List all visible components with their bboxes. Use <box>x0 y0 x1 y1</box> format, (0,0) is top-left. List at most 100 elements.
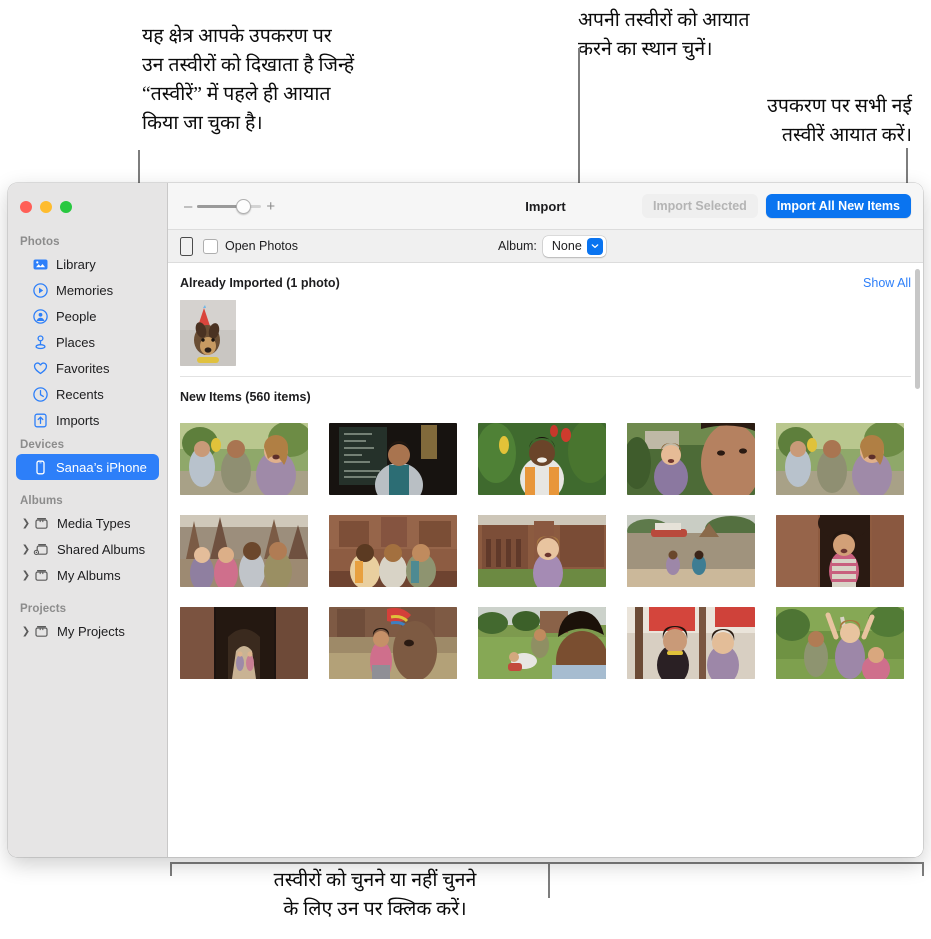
sidebar-scroll[interactable]: Photos Library Memories People Places Fa… <box>8 230 167 857</box>
zoom-slider[interactable]: – + <box>184 199 275 214</box>
sidebar-header-albums: Albums <box>20 495 63 507</box>
album-selector: Album: None <box>498 235 606 257</box>
show-all-link[interactable]: Show All <box>863 276 911 290</box>
sidebar-item-favorites[interactable]: Favorites <box>16 355 159 381</box>
new-items-grid <box>180 412 911 679</box>
photo-thumbnail[interactable] <box>627 607 755 679</box>
callout-album-text: अपनी तस्वीरों को आयात करने का स्थान चुने… <box>578 10 750 60</box>
zoom-out-icon[interactable]: – <box>184 199 192 214</box>
album-label: Album: <box>498 239 537 253</box>
photo-thumbnail[interactable] <box>180 607 308 679</box>
photo-thumbnail[interactable] <box>627 515 755 587</box>
album-icon <box>33 515 50 532</box>
photo-thumbnail[interactable] <box>180 423 308 495</box>
sidebar-item-my-projects[interactable]: ❯ My Projects <box>16 618 159 644</box>
sidebar-item-label: Imports <box>56 412 100 428</box>
close-button[interactable] <box>20 201 32 213</box>
clock-icon <box>32 386 49 403</box>
sidebar-item-label: Shared Albums <box>57 541 146 557</box>
toolbar-actions: Import Selected Import All New Items <box>642 194 911 218</box>
sidebar-item-label: Places <box>56 334 96 350</box>
open-photos-label: Open Photos <box>225 239 298 253</box>
zoom-slider-knob[interactable] <box>236 199 252 214</box>
sidebar-item-label: Favorites <box>56 360 110 376</box>
photo-thumbnail[interactable] <box>627 423 755 495</box>
sidebar-item-shared-albums[interactable]: ❯ Shared Albums <box>16 536 159 562</box>
sidebar-item-label: Media Types <box>57 515 131 531</box>
import-icon <box>32 412 49 429</box>
shared-album-icon <box>33 541 50 558</box>
import-all-new-items-button[interactable]: Import All New Items <box>765 194 911 218</box>
sidebar: Photos Library Memories People Places Fa… <box>8 183 168 857</box>
photo-thumbnail[interactable] <box>776 515 904 587</box>
sidebar-item-places[interactable]: Places <box>16 329 159 355</box>
sidebar-item-sanaas-iphone[interactable]: Sanaa’s iPhone <box>16 454 159 480</box>
sidebar-item-label: Recents <box>56 386 104 402</box>
chevron-right-icon[interactable]: ❯ <box>20 623 32 640</box>
sidebar-item-recents[interactable]: Recents <box>16 381 159 407</box>
sidebar-header-devices: Devices <box>20 439 65 451</box>
device-phone-icon <box>180 236 193 256</box>
new-items-header: New Items (560 items) <box>180 377 911 412</box>
zoom-slider-fill <box>197 204 242 208</box>
new-items-title: New Items (560 items) <box>180 390 311 404</box>
people-icon <box>32 308 49 325</box>
chevron-down-icon[interactable] <box>586 237 603 255</box>
sidebar-item-label: My Albums <box>57 567 121 583</box>
already-imported-header: Already Imported (1 photo) Show All <box>180 263 911 298</box>
photo-thumbnail[interactable] <box>776 607 904 679</box>
minimize-button[interactable] <box>40 201 52 213</box>
sidebar-item-media-types[interactable]: ❯ Media Types <box>16 510 159 536</box>
photo-thumbnail[interactable] <box>478 515 606 587</box>
photo-thumbnail[interactable] <box>776 423 904 495</box>
sidebar-item-people[interactable]: People <box>16 303 159 329</box>
main-pane: – + Import Import Selected Import All Ne… <box>168 183 923 857</box>
album-icon <box>33 567 50 584</box>
memories-icon <box>32 282 49 299</box>
heart-icon <box>32 360 49 377</box>
sidebar-item-imports[interactable]: Imports <box>16 407 159 433</box>
open-photos-checkbox[interactable] <box>203 238 218 254</box>
sidebar-item-label: My Projects <box>57 623 125 639</box>
library-icon <box>32 256 49 273</box>
sidebar-item-label: People <box>56 308 97 324</box>
toolbar: – + Import Import Selected Import All Ne… <box>168 183 923 230</box>
sidebar-item-my-albums[interactable]: ❯ My Albums <box>16 562 159 588</box>
sidebar-item-label: Memories <box>56 282 114 298</box>
zoom-in-icon[interactable]: + <box>266 199 275 214</box>
album-popup-button[interactable]: None <box>542 235 606 257</box>
callout-already-imported-text: यह क्षेत्र आपके उपकरण पर उन तस्वीरों को … <box>142 26 355 134</box>
chevron-right-icon[interactable]: ❯ <box>20 515 32 532</box>
zoom-slider-track[interactable] <box>197 199 262 214</box>
callout-line-photo-grid <box>548 862 550 898</box>
import-options-bar: Open Photos Album: None <box>168 230 923 263</box>
chevron-right-icon[interactable]: ❯ <box>20 567 32 584</box>
sidebar-item-library[interactable]: Library <box>16 251 159 277</box>
album-icon <box>33 623 50 640</box>
sidebar-item-label: Sanaa’s iPhone <box>56 459 147 475</box>
chevron-right-icon[interactable]: ❯ <box>20 541 32 558</box>
photos-app-window: Photos Library Memories People Places Fa… <box>8 183 923 857</box>
sidebar-header-photos: Photos <box>20 236 60 248</box>
photo-thumbnail[interactable] <box>180 515 308 587</box>
photo-thumbnail[interactable] <box>329 607 457 679</box>
already-imported-grid <box>180 298 911 366</box>
photo-thumbnail[interactable] <box>478 607 606 679</box>
sidebar-item-memories[interactable]: Memories <box>16 277 159 303</box>
photo-thumbnail[interactable] <box>478 423 606 495</box>
callout-import-all-text: उपकरण पर सभी नई तस्वीरें आयात करें। <box>767 96 912 146</box>
vertical-scrollbar[interactable] <box>915 269 920 389</box>
iphone-icon <box>32 459 49 476</box>
photo-thumbnail[interactable] <box>329 515 457 587</box>
sidebar-header-projects: Projects <box>20 603 67 615</box>
sidebar-item-label: Library <box>56 256 96 272</box>
zoom-button[interactable] <box>60 201 72 213</box>
import-selected-button[interactable]: Import Selected <box>642 194 758 218</box>
import-content[interactable]: Already Imported (1 photo) Show All New … <box>168 263 923 857</box>
album-selected-value: None <box>551 239 582 253</box>
window-controls <box>20 201 72 213</box>
photo-thumbnail[interactable] <box>329 423 457 495</box>
photo-thumbnail[interactable] <box>180 300 236 366</box>
